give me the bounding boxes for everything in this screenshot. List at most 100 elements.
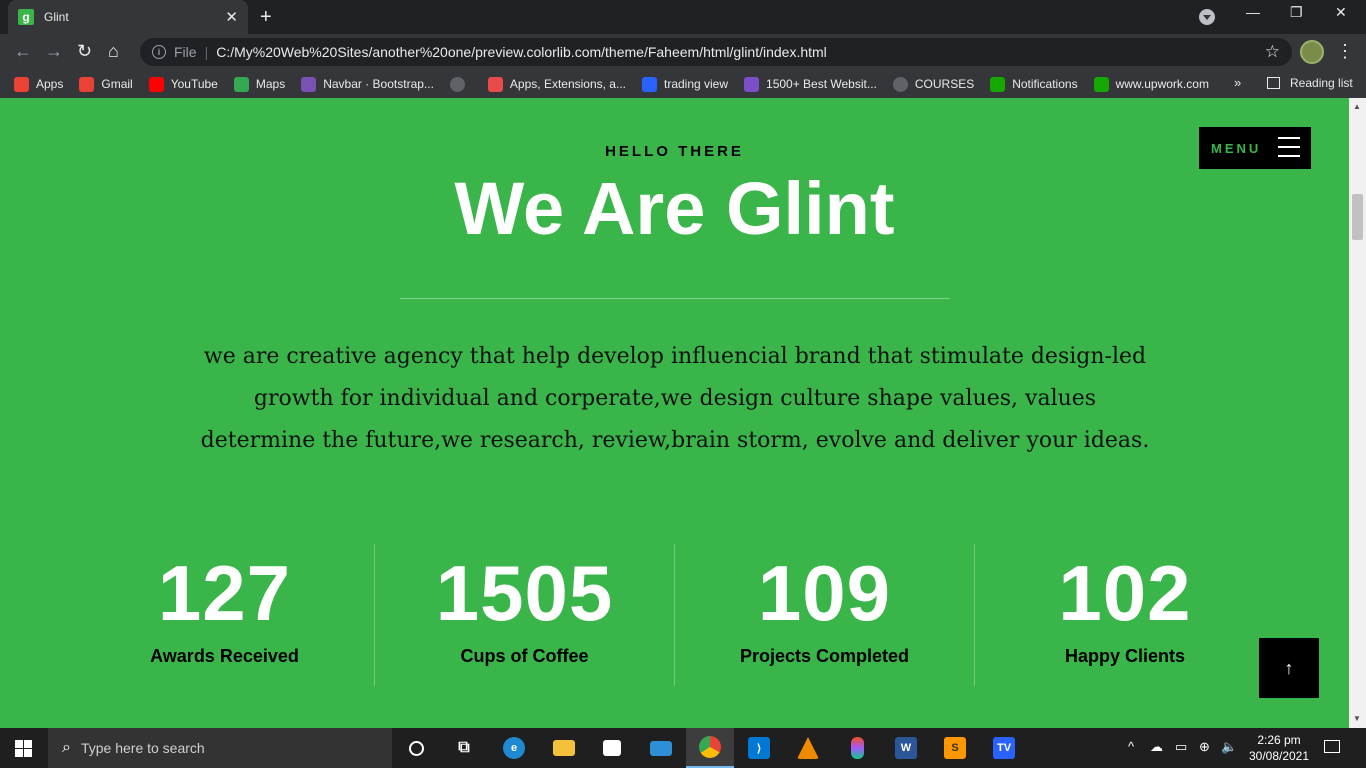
colorlib-icon	[744, 76, 760, 92]
back-icon[interactable]: ←	[14, 41, 32, 62]
stat-label: Cups of Coffee	[460, 646, 589, 666]
tab-search-icon[interactable]	[1199, 9, 1215, 25]
notification-center-icon[interactable]	[1324, 740, 1340, 753]
clock-time: 2:26 pm	[1257, 733, 1301, 747]
search-icon: ⌕	[62, 739, 71, 756]
browser-menu-icon[interactable]: ⋮	[1336, 41, 1354, 62]
scroll-up-icon[interactable]: ▲	[1353, 102, 1361, 111]
bookmark-item[interactable]: Gmail	[79, 76, 133, 92]
bookmark-item[interactable]: YouTube	[148, 76, 218, 92]
windows-taskbar: ⌕ Type here to search ⧉ e ⟩ W S TV ^ ☁ ▭…	[0, 728, 1366, 768]
bookmark-label: www.upwork.com	[1115, 77, 1209, 91]
bookmark-item[interactable]: COURSES	[892, 76, 975, 92]
network-icon[interactable]: ⊕	[1199, 739, 1210, 755]
vscode-icon[interactable]: ⟩	[735, 728, 783, 768]
chrome-icon[interactable]	[686, 728, 734, 768]
bookmark-item[interactable]: www.upwork.com	[1093, 76, 1209, 92]
hero-divider	[400, 298, 950, 299]
bookmark-item[interactable]: Notifications	[990, 76, 1078, 92]
address-bar[interactable]: i File | C:/My%20Web%20Sites/another%20o…	[140, 38, 1292, 66]
reading-list-label: Reading list	[1290, 76, 1353, 90]
new-tab-button[interactable]: +	[260, 6, 272, 29]
upwork-icon	[990, 76, 1006, 92]
cortana-icon[interactable]	[392, 728, 440, 768]
vlc-icon[interactable]	[784, 728, 832, 768]
system-clock[interactable]: 2:26 pm 30/08/2021	[1244, 732, 1314, 764]
address-url[interactable]: C:/My%20Web%20Sites/another%20one/previe…	[216, 44, 1265, 60]
profile-avatar[interactable]	[1300, 40, 1324, 64]
reading-list-icon	[1267, 77, 1280, 89]
onedrive-icon[interactable]: ☁	[1150, 739, 1163, 755]
tradingview-app-icon[interactable]: TV	[980, 728, 1028, 768]
info-icon[interactable]: i	[152, 45, 166, 59]
sublime-icon[interactable]: S	[931, 728, 979, 768]
bookmark-label: YouTube	[170, 77, 218, 91]
bookmark-item[interactable]: Navbar · Bootstrap...	[301, 76, 434, 92]
hero-title: We Are Glint	[454, 167, 895, 250]
windows-start-icon[interactable]	[15, 740, 32, 757]
battery-icon[interactable]: ▭	[1175, 739, 1187, 755]
tab-strip: g Glint ✕ + — ❐ ✕	[0, 0, 1366, 34]
scroll-thumb[interactable]	[1352, 194, 1363, 240]
reload-icon[interactable]: ↻	[77, 41, 92, 62]
bookmark-star-icon[interactable]: ☆	[1265, 42, 1280, 62]
tab-close-icon[interactable]: ✕	[225, 8, 238, 26]
word-icon[interactable]: W	[882, 728, 930, 768]
glint-favicon-icon: g	[18, 9, 34, 25]
bookmark-item[interactable]: Maps	[233, 76, 285, 92]
hero-description: we are creative agency that help develop…	[200, 344, 1150, 453]
youtube-icon	[148, 76, 164, 92]
file-explorer-icon[interactable]	[540, 728, 588, 768]
hero-kicker: HELLO THERE	[605, 143, 744, 160]
edge-icon[interactable]: e	[490, 728, 538, 768]
bookmark-item[interactable]: Apps, Extensions, a...	[487, 76, 626, 92]
close-window-button[interactable]: ✕	[1335, 4, 1347, 21]
minimize-button[interactable]: —	[1246, 4, 1260, 20]
extensions-icon	[487, 76, 503, 92]
gmail-icon	[79, 76, 95, 92]
stat-awards: 127 Awards Received	[75, 544, 375, 686]
bookmark-item[interactable]: 1500+ Best Websit...	[744, 76, 877, 92]
restore-button[interactable]: ❐	[1290, 4, 1303, 21]
address-scheme: File	[174, 44, 197, 60]
address-separator: |	[204, 44, 209, 60]
clock-date: 30/08/2021	[1248, 749, 1310, 763]
browser-toolbar: ← → ↻ ⌂ i File | C:/My%20Web%20Sites/ano…	[0, 34, 1366, 70]
mail-icon[interactable]	[637, 728, 685, 768]
taskbar-search[interactable]: ⌕ Type here to search	[48, 728, 392, 768]
globe-icon	[449, 76, 465, 92]
task-view-icon[interactable]: ⧉	[440, 728, 488, 768]
tray-chevron-icon[interactable]: ^	[1128, 739, 1134, 754]
page-scrollbar[interactable]: ▲ ▼	[1349, 98, 1366, 728]
bookmarks-bar: Apps Gmail YouTube Maps Navbar · Bootstrap..…	[0, 70, 1366, 98]
upwork-icon	[1093, 76, 1109, 92]
back-to-top-button[interactable]: ↑	[1259, 638, 1319, 698]
scroll-down-icon[interactable]: ▼	[1353, 714, 1361, 723]
bookmark-item[interactable]: trading view	[641, 76, 729, 92]
bookmark-label: trading view	[663, 77, 729, 91]
forward-icon[interactable]: →	[45, 41, 63, 62]
globe-icon	[892, 76, 908, 92]
more-bookmarks-icon[interactable]: »	[1234, 75, 1241, 90]
home-icon[interactable]: ⌂	[108, 41, 119, 62]
bookmark-label: Navbar · Bootstrap...	[323, 77, 434, 91]
store-icon[interactable]	[588, 728, 636, 768]
bookmark-item[interactable]: Apps	[14, 76, 63, 92]
tradingview-icon	[641, 76, 657, 92]
page-viewport: MENU HELLO THERE We Are Glint we are cre…	[0, 98, 1349, 728]
stat-label: Projects Completed	[739, 646, 910, 666]
tab-title: Glint	[44, 10, 69, 24]
figma-icon[interactable]	[833, 728, 881, 768]
bookmark-label: 1500+ Best Websit...	[766, 77, 877, 91]
stat-label: Awards Received	[150, 646, 299, 666]
taskbar-search-placeholder: Type here to search	[80, 740, 205, 756]
bookmark-label: COURSES	[914, 77, 975, 91]
stat-clients: 102 Happy Clients	[975, 544, 1275, 686]
stat-projects: 109 Projects Completed	[675, 544, 975, 686]
tab-glint[interactable]: g Glint ✕	[8, 0, 248, 34]
bookmark-label: Gmail	[101, 77, 133, 91]
reading-list-button[interactable]: Reading list	[1267, 76, 1353, 90]
volume-icon[interactable]: 🔈	[1221, 739, 1237, 755]
maps-icon	[233, 76, 249, 92]
bookmark-item[interactable]	[449, 76, 472, 92]
